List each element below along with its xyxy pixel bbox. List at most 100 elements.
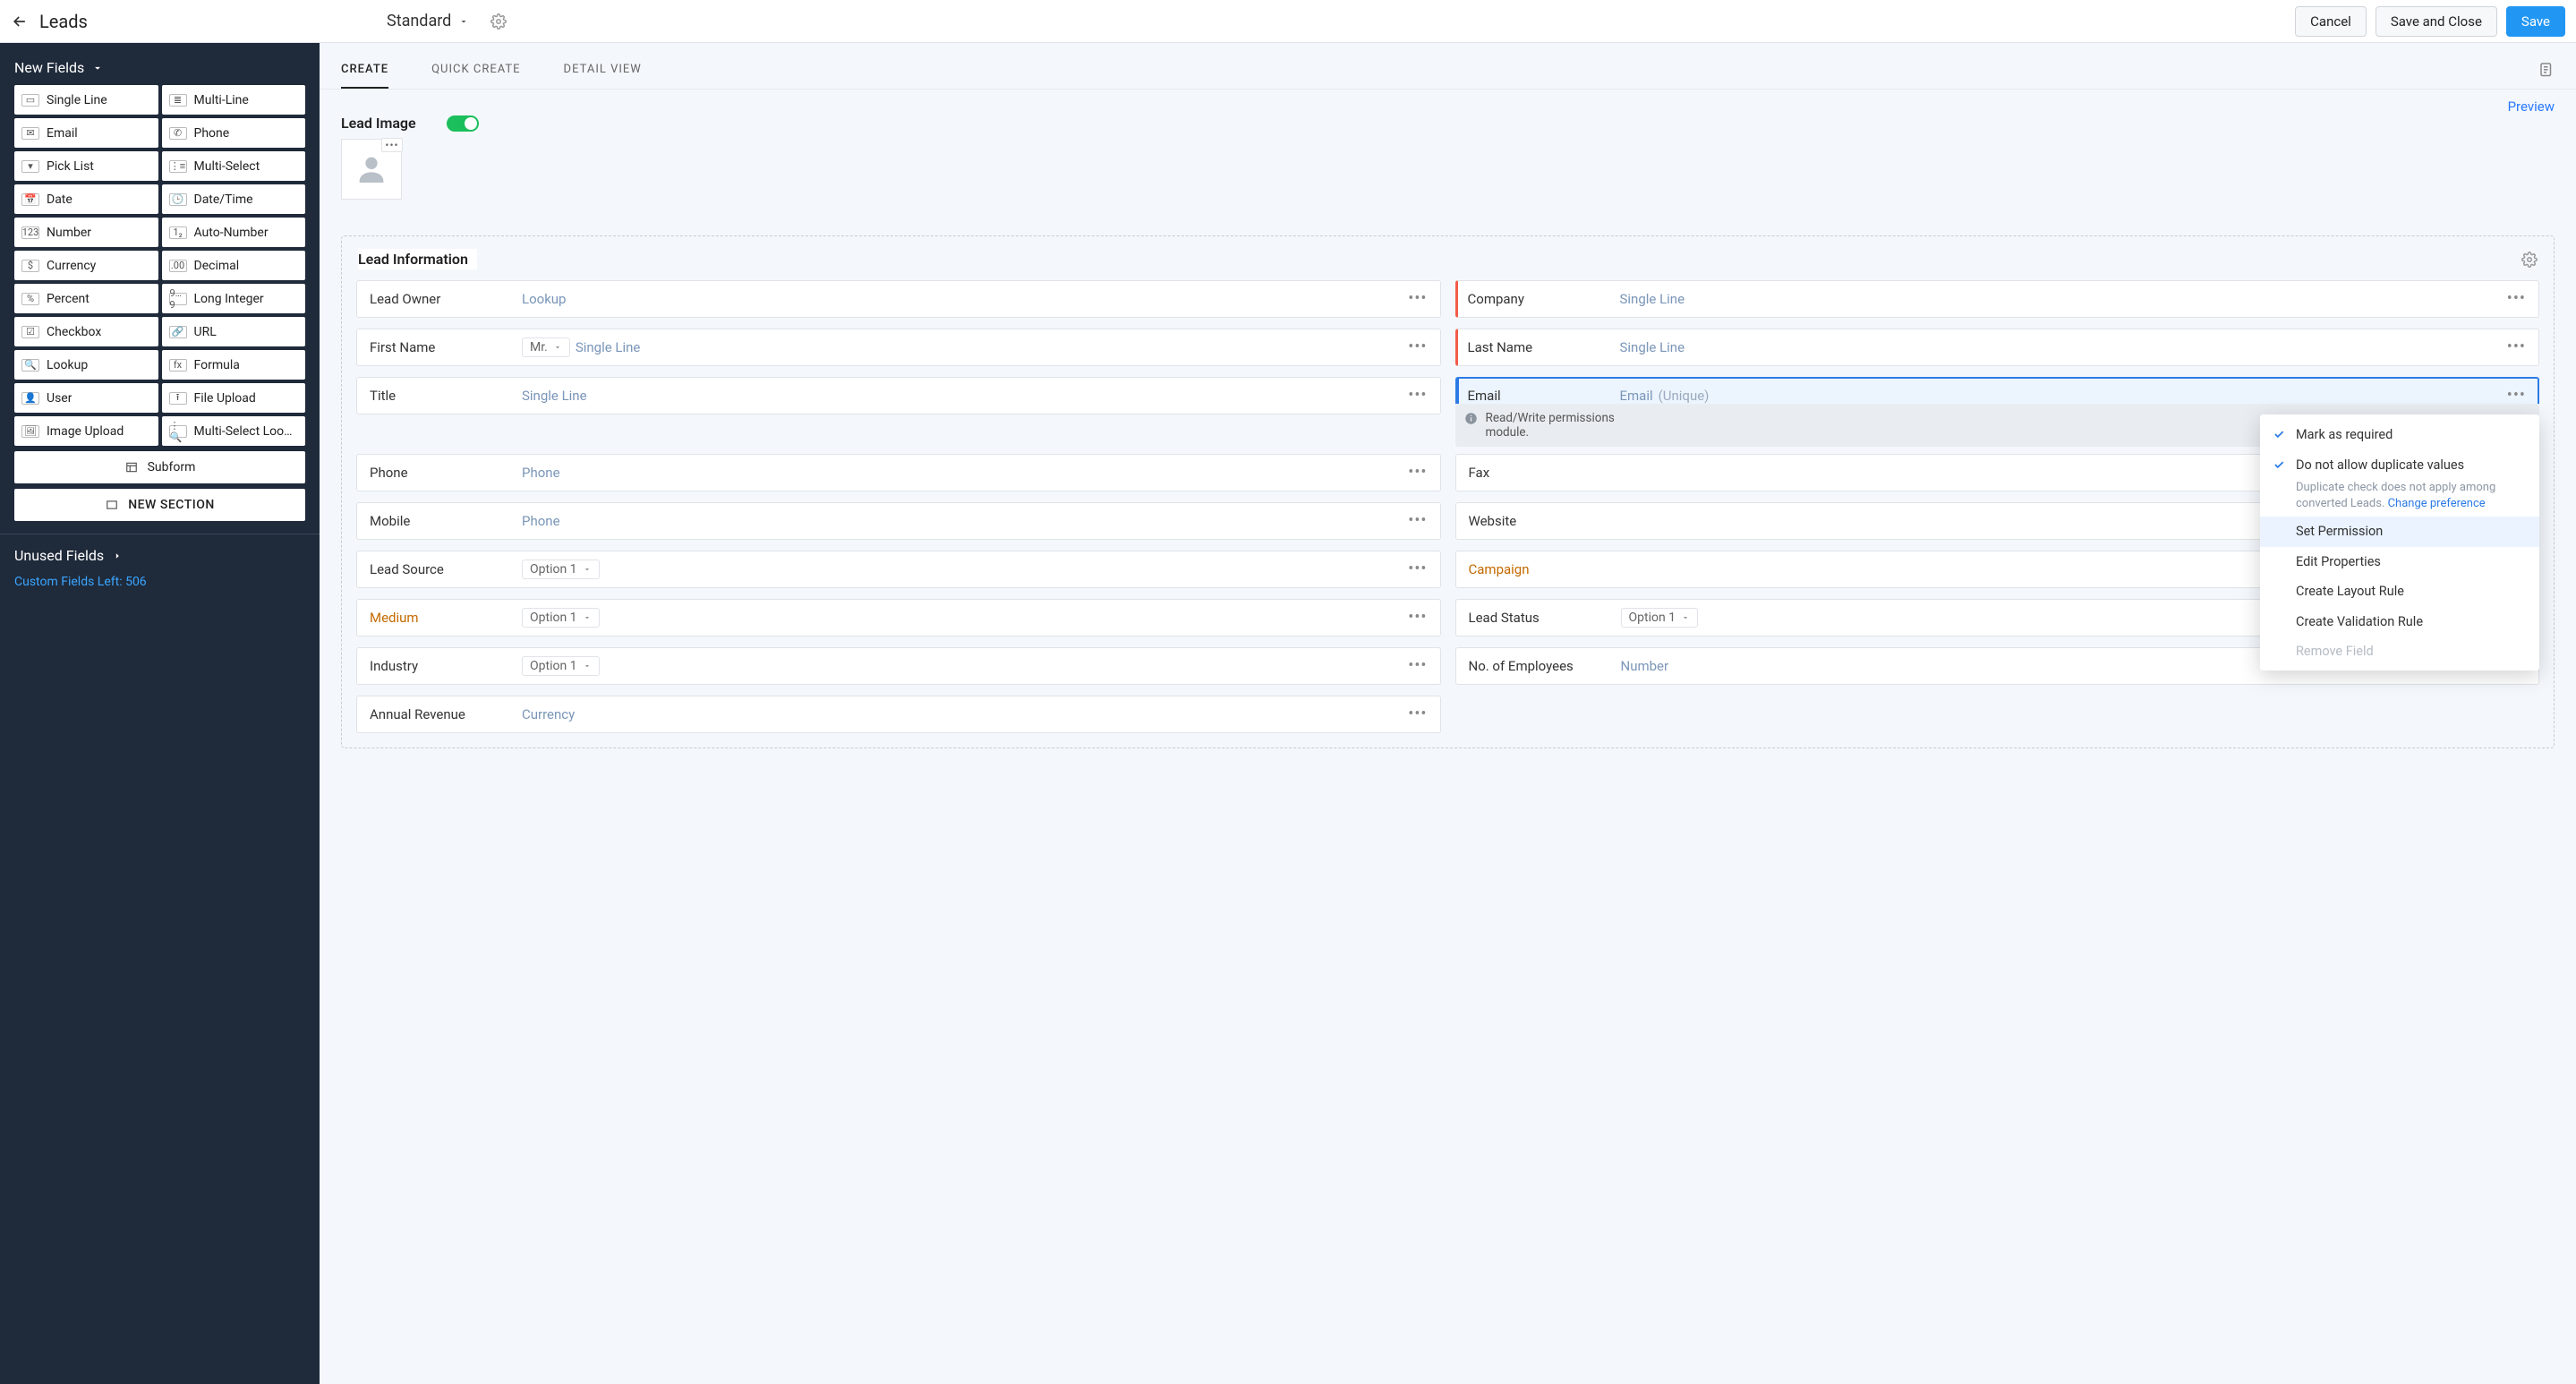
- check-icon: [2273, 428, 2285, 440]
- field-type-label: Decimal: [194, 259, 240, 273]
- tab-detail-view[interactable]: DETAIL VIEW: [564, 56, 642, 89]
- field-type: Single Line: [522, 388, 587, 404]
- field-type-multi-line[interactable]: ≣Multi-Line: [162, 85, 306, 115]
- field-more-icon[interactable]: •••: [1404, 513, 1430, 529]
- field-more-icon[interactable]: •••: [1404, 610, 1430, 626]
- back-arrow-icon[interactable]: [11, 13, 29, 30]
- field-more-icon[interactable]: •••: [1404, 658, 1430, 674]
- save-button[interactable]: Save: [2506, 6, 2565, 37]
- field-more-icon[interactable]: •••: [1404, 388, 1430, 404]
- unused-fields-heading[interactable]: Unused Fields: [14, 543, 305, 569]
- change-preference-link[interactable]: Change preference: [2388, 497, 2486, 510]
- field-type-decimal[interactable]: .00Decimal: [162, 251, 306, 280]
- field-label: Lead Status: [1469, 610, 1621, 626]
- field-type-percent[interactable]: %Percent: [14, 284, 158, 313]
- form-settings-icon[interactable]: [2538, 61, 2555, 77]
- section-title[interactable]: Lead Information: [358, 249, 477, 269]
- menu-create-layout-rule[interactable]: Create Layout Rule: [2260, 577, 2539, 607]
- field-type-multi-select-look-[interactable]: ⋮🔍Multi-Select Look…: [162, 416, 306, 446]
- field-type-label: Currency: [47, 259, 96, 273]
- field-lead-owner[interactable]: Lead OwnerLookup•••: [356, 280, 1441, 318]
- picklist-default[interactable]: Option 1: [1621, 608, 1699, 628]
- field-type: Single Line: [1620, 291, 1685, 307]
- field-type-date[interactable]: 📅Date: [14, 184, 158, 214]
- field-more-icon[interactable]: •••: [2503, 339, 2529, 355]
- field-type-email[interactable]: ✉Email: [14, 118, 158, 148]
- lead-image-toggle[interactable]: [447, 115, 479, 132]
- menu-mark-required[interactable]: Mark as required: [2260, 420, 2539, 450]
- picklist-default[interactable]: Option 1: [522, 560, 600, 579]
- field-type-lookup[interactable]: 🔍Lookup: [14, 350, 158, 380]
- field-label: Website: [1469, 513, 1621, 529]
- field-type-label: Multi-Line: [194, 93, 249, 107]
- chevron-down-icon: [583, 662, 592, 671]
- fields-sidebar: New Fields ▭Single Line≣Multi-Line✉Email…: [0, 43, 320, 1384]
- salutation-picker[interactable]: Mr.: [522, 337, 570, 357]
- layout-name: Standard: [387, 12, 451, 30]
- field-more-icon[interactable]: •••: [1404, 339, 1430, 355]
- save-and-close-button[interactable]: Save and Close: [2376, 6, 2497, 37]
- preview-link[interactable]: Preview: [2508, 98, 2555, 115]
- menu-create-validation-rule[interactable]: Create Validation Rule: [2260, 607, 2539, 637]
- picklist-default[interactable]: Option 1: [522, 656, 600, 676]
- field-type-icon: ✆: [169, 127, 187, 140]
- field-more-icon[interactable]: •••: [1404, 706, 1430, 722]
- cancel-button[interactable]: Cancel: [2295, 6, 2367, 37]
- field-phone[interactable]: PhonePhone•••: [356, 454, 1441, 491]
- menu-edit-properties[interactable]: Edit Properties: [2260, 547, 2539, 577]
- field-industry[interactable]: IndustryOption 1 •••: [356, 647, 1441, 685]
- lead-image-placeholder[interactable]: •••: [341, 139, 402, 200]
- layout-editor: CREATE QUICK CREATE DETAIL VIEW Preview …: [320, 43, 2576, 1384]
- field-lead-source[interactable]: Lead SourceOption 1 •••: [356, 551, 1441, 588]
- field-type-auto-number[interactable]: 1₂Auto-Number: [162, 218, 306, 247]
- field-type-number[interactable]: 123Number: [14, 218, 158, 247]
- layout-picker[interactable]: Standard: [387, 12, 469, 30]
- field-type-multi-select[interactable]: ⋮≡Multi-Select: [162, 151, 306, 181]
- field-type-phone[interactable]: ✆Phone: [162, 118, 306, 148]
- field-company[interactable]: CompanySingle Line•••: [1455, 280, 2540, 318]
- layout-settings-gear-icon[interactable]: [490, 13, 507, 30]
- field-medium[interactable]: MediumOption 1 •••: [356, 599, 1441, 636]
- menu-no-duplicates[interactable]: Do not allow duplicate values: [2260, 450, 2539, 481]
- field-title[interactable]: TitleSingle Line•••: [356, 377, 1441, 414]
- field-first-name[interactable]: First NameMr. Single Line•••: [356, 329, 1441, 366]
- new-fields-label: New Fields: [14, 59, 84, 76]
- tab-quick-create[interactable]: QUICK CREATE: [431, 56, 520, 89]
- field-type-url[interactable]: 🔗URL: [162, 317, 306, 346]
- field-type: Phone: [522, 465, 560, 481]
- section-settings-gear-icon[interactable]: [2521, 252, 2538, 268]
- field-type-icon: $: [21, 260, 39, 272]
- subform-chip[interactable]: Subform: [14, 451, 305, 483]
- field-type-single-line[interactable]: ▭Single Line: [14, 85, 158, 115]
- field-annual-revenue[interactable]: Annual RevenueCurrency•••: [356, 696, 1441, 733]
- field-more-icon[interactable]: •••: [1404, 561, 1430, 577]
- field-type-date-time[interactable]: 🕒Date/Time: [162, 184, 306, 214]
- lead-image-more-icon[interactable]: •••: [381, 138, 403, 152]
- field-type-currency[interactable]: $ Currency: [14, 251, 158, 280]
- field-more-icon[interactable]: •••: [1404, 291, 1430, 307]
- field-mobile[interactable]: MobilePhone•••: [356, 502, 1441, 540]
- field-type: Phone: [522, 513, 560, 529]
- tab-create[interactable]: CREATE: [341, 56, 388, 89]
- picklist-default[interactable]: Option 1: [522, 608, 600, 628]
- field-type-icon: ⋮≡: [169, 160, 187, 173]
- field-last-name[interactable]: Last NameSingle Line•••: [1455, 329, 2540, 366]
- field-type-icon: 9…9: [169, 293, 187, 305]
- field-type-label: URL: [194, 325, 217, 339]
- page-title: Leads: [39, 11, 88, 32]
- new-section-chip[interactable]: NEW SECTION: [14, 489, 305, 521]
- field-type-icon: ☑: [21, 326, 39, 338]
- new-fields-heading[interactable]: New Fields: [14, 56, 305, 85]
- field-type-formula[interactable]: fxFormula: [162, 350, 306, 380]
- field-more-icon[interactable]: •••: [1404, 465, 1430, 481]
- field-more-icon[interactable]: •••: [2503, 291, 2529, 307]
- field-more-icon[interactable]: •••: [2503, 388, 2529, 404]
- field-type-image-upload[interactable]: 🖼Image Upload: [14, 416, 158, 446]
- field-type-long-integer[interactable]: 9…9Long Integer: [162, 284, 306, 313]
- field-type-checkbox[interactable]: ☑ Checkbox: [14, 317, 158, 346]
- field-type-pick-list[interactable]: ▾Pick List: [14, 151, 158, 181]
- menu-set-permission[interactable]: Set Permission: [2260, 517, 2539, 547]
- field-type-user[interactable]: 👤User: [14, 383, 158, 413]
- field-type-label: Checkbox: [47, 325, 101, 339]
- field-type-file-upload[interactable]: ⭱File Upload: [162, 383, 306, 413]
